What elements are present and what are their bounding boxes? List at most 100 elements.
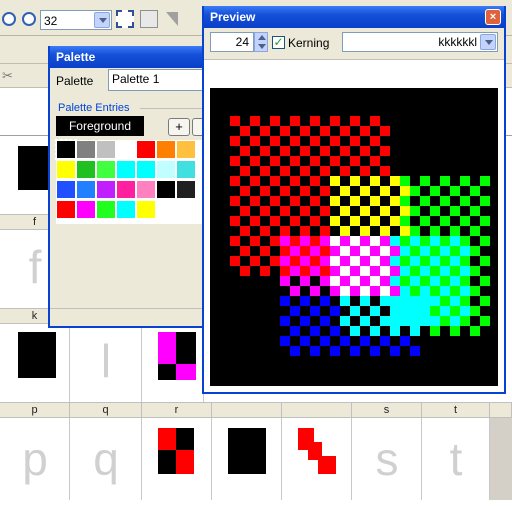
preview-pixel xyxy=(400,316,410,326)
glyph-cell[interactable]: p xyxy=(0,418,70,500)
preview-pixel xyxy=(470,306,480,316)
size-spinner[interactable] xyxy=(254,32,268,52)
preview-pixel xyxy=(400,176,410,186)
preview-pixel xyxy=(450,326,460,336)
color-swatch[interactable] xyxy=(56,160,76,179)
preview-text-combo[interactable]: kkkkkkl xyxy=(342,32,498,52)
glyph-cell[interactable] xyxy=(142,418,212,500)
kerning-checkbox[interactable]: ✓ xyxy=(272,36,285,49)
glyph-cell[interactable]: s xyxy=(352,418,422,500)
color-swatch[interactable] xyxy=(176,160,196,179)
foreground-swatch[interactable]: Foreground xyxy=(56,116,144,136)
preview-pixel xyxy=(240,266,250,276)
color-swatch[interactable] xyxy=(96,140,116,159)
preview-pixel xyxy=(230,156,240,166)
size-field[interactable]: 24 xyxy=(210,32,254,52)
select-icon[interactable] xyxy=(140,10,158,28)
preview-pixel xyxy=(360,236,370,246)
preview-pixel xyxy=(310,266,320,276)
color-swatch[interactable] xyxy=(116,140,136,159)
color-swatch[interactable] xyxy=(76,200,96,219)
preview-pixel xyxy=(450,286,460,296)
preview-pixel xyxy=(360,266,370,276)
color-swatch[interactable] xyxy=(156,140,176,159)
preview-pixel xyxy=(320,246,330,256)
glyph-cell[interactable] xyxy=(142,324,204,402)
preview-titlebar[interactable]: Preview × xyxy=(204,6,504,28)
glyph-cell[interactable] xyxy=(282,418,352,500)
preview-pixel xyxy=(350,266,360,276)
preview-pixel xyxy=(440,196,450,206)
preview-pixel xyxy=(240,146,250,156)
color-swatch[interactable] xyxy=(56,180,76,199)
preview-pixel xyxy=(390,176,400,186)
color-swatch[interactable] xyxy=(116,180,136,199)
preview-pixel xyxy=(310,326,320,336)
preview-pixel xyxy=(440,246,450,256)
color-swatch[interactable] xyxy=(116,200,136,219)
zoom-combo[interactable]: 32 xyxy=(40,10,112,30)
preview-pixel xyxy=(450,256,460,266)
color-swatch[interactable] xyxy=(136,160,156,179)
color-swatch[interactable] xyxy=(116,160,136,179)
color-swatch[interactable] xyxy=(76,160,96,179)
zoom-in-icon[interactable] xyxy=(2,12,16,26)
color-swatch[interactable] xyxy=(136,180,156,199)
close-icon[interactable]: × xyxy=(485,9,501,25)
preview-pixel xyxy=(240,226,250,236)
preview-pixel xyxy=(400,286,410,296)
glyph-cell[interactable]: q xyxy=(70,418,142,500)
chevron-down-icon[interactable] xyxy=(480,34,496,50)
color-swatch[interactable] xyxy=(96,200,116,219)
preview-pixel xyxy=(350,246,360,256)
preview-pixel xyxy=(360,186,370,196)
preview-pixel xyxy=(380,146,390,156)
fit-icon[interactable] xyxy=(116,10,134,28)
glyph-letter: s xyxy=(375,433,399,485)
arrow-tool-icon[interactable] xyxy=(166,12,178,26)
glyph-cell[interactable]: t xyxy=(422,418,490,500)
glyph-cell[interactable]: l xyxy=(70,324,142,402)
color-swatch[interactable] xyxy=(156,160,176,179)
color-swatch[interactable] xyxy=(176,140,196,159)
preview-pixel xyxy=(300,226,310,236)
color-swatch[interactable] xyxy=(176,180,196,199)
glyph-cell[interactable] xyxy=(0,324,70,402)
preview-pixel xyxy=(440,266,450,276)
zoom-out-icon[interactable] xyxy=(22,12,36,26)
preview-pixel xyxy=(260,146,270,156)
color-swatch[interactable] xyxy=(56,200,76,219)
preview-pixel xyxy=(300,276,310,286)
preview-pixel xyxy=(420,286,430,296)
preview-pixel xyxy=(410,256,420,266)
color-swatch[interactable] xyxy=(96,180,116,199)
add-entry-button[interactable]: + xyxy=(168,118,190,136)
color-swatch[interactable] xyxy=(76,140,96,159)
glyph-cell[interactable] xyxy=(212,418,282,500)
color-swatch[interactable] xyxy=(55,139,77,160)
column-header xyxy=(490,402,512,418)
preview-pixel xyxy=(440,296,450,306)
color-swatch[interactable] xyxy=(156,180,176,199)
color-swatch[interactable] xyxy=(136,140,156,159)
chevron-up-icon[interactable] xyxy=(258,35,266,40)
cut-icon[interactable]: ✂ xyxy=(2,68,14,83)
color-swatch[interactable] xyxy=(96,160,116,179)
preview-pixel xyxy=(280,146,290,156)
preview-pixel xyxy=(400,306,410,316)
chevron-down-icon[interactable] xyxy=(94,12,110,28)
preview-pixel xyxy=(380,166,390,176)
column-header: r xyxy=(142,402,212,418)
palette-titlebar[interactable]: Palette xyxy=(50,46,216,68)
preview-pixel xyxy=(360,206,370,216)
column-header xyxy=(282,402,352,418)
preview-pixel xyxy=(380,296,390,306)
glyph-bitmap xyxy=(228,428,266,474)
chevron-down-icon[interactable] xyxy=(258,44,266,49)
preview-pixel xyxy=(460,276,470,286)
color-swatch[interactable] xyxy=(76,180,96,199)
preview-pixel xyxy=(230,136,240,146)
color-swatch[interactable] xyxy=(156,200,176,219)
color-swatch[interactable] xyxy=(136,200,156,219)
palette-entries-label: Palette Entries xyxy=(58,102,130,114)
